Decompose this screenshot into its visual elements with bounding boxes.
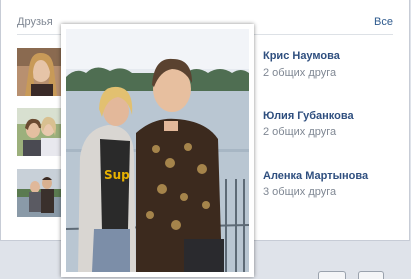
friend-avatar[interactable] bbox=[17, 108, 65, 156]
friend-name[interactable]: Юлия Губанкова bbox=[263, 110, 354, 122]
shirt-print-text: Sup bbox=[104, 168, 130, 182]
friend-photo: Sup bbox=[66, 29, 249, 272]
toolbar-button[interactable] bbox=[318, 271, 346, 279]
panel-title: Друзья bbox=[17, 16, 53, 28]
friend-name[interactable]: Аленка Мартынова bbox=[263, 170, 368, 182]
friend-avatar[interactable] bbox=[17, 169, 65, 217]
mutual-friends-count: 3 общих друга bbox=[263, 186, 337, 198]
see-all-link[interactable]: Все bbox=[374, 16, 393, 28]
friend-avatar[interactable] bbox=[17, 48, 65, 96]
toolbar-button[interactable] bbox=[358, 271, 384, 279]
photo-preview-popup[interactable]: Sup bbox=[61, 24, 254, 277]
mutual-friends-count: 2 общих друга bbox=[263, 67, 337, 79]
friend-name[interactable]: Крис Наумова bbox=[263, 50, 340, 62]
mutual-friends-count: 2 общих друга bbox=[263, 126, 337, 138]
